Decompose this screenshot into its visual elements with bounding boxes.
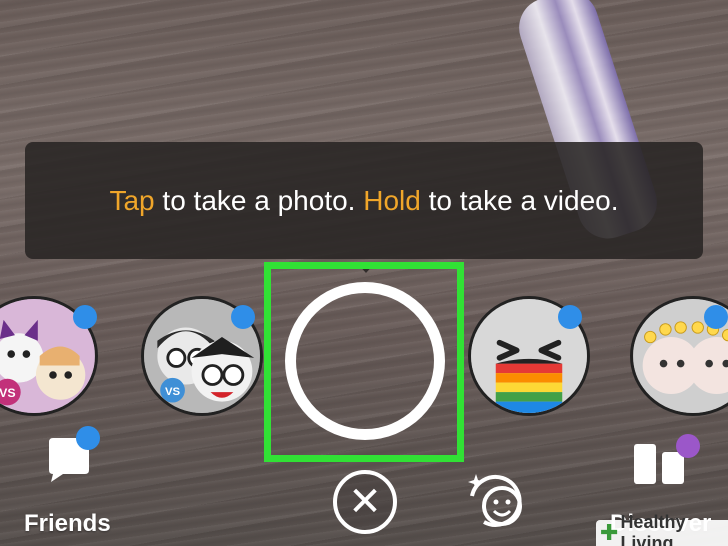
watermark-text: Healthy Living	[620, 512, 686, 546]
tooltip-hold-text: to take a video.	[420, 184, 619, 216]
lens-face-toggle-icon[interactable]	[460, 466, 530, 536]
lens-badge: VS	[165, 386, 181, 398]
friends-label[interactable]: Friends	[24, 510, 111, 538]
close-lens-button[interactable]: ✕	[333, 470, 397, 534]
watermark: ✚ Healthy Living	[596, 512, 728, 546]
discover-notification-dot	[676, 434, 700, 458]
lens-badge: VS	[0, 386, 16, 400]
lens-new-dot	[73, 305, 97, 329]
tooltip-tap-word: Tap	[109, 184, 155, 216]
lens-new-dot	[558, 305, 582, 329]
plus-icon: ✚	[600, 520, 619, 545]
tooltip-tap-text: to take a photo.	[154, 184, 364, 216]
lens-new-dot	[231, 305, 255, 329]
close-icon: ✕	[348, 480, 382, 524]
lens-new-dot	[704, 305, 728, 329]
friends-notification-dot	[76, 426, 100, 450]
tooltip-hold-word: Hold	[363, 184, 421, 216]
capture-tooltip: Tap to take a photo. Hold to take a vide…	[25, 142, 703, 259]
capture-button[interactable]	[285, 282, 445, 440]
